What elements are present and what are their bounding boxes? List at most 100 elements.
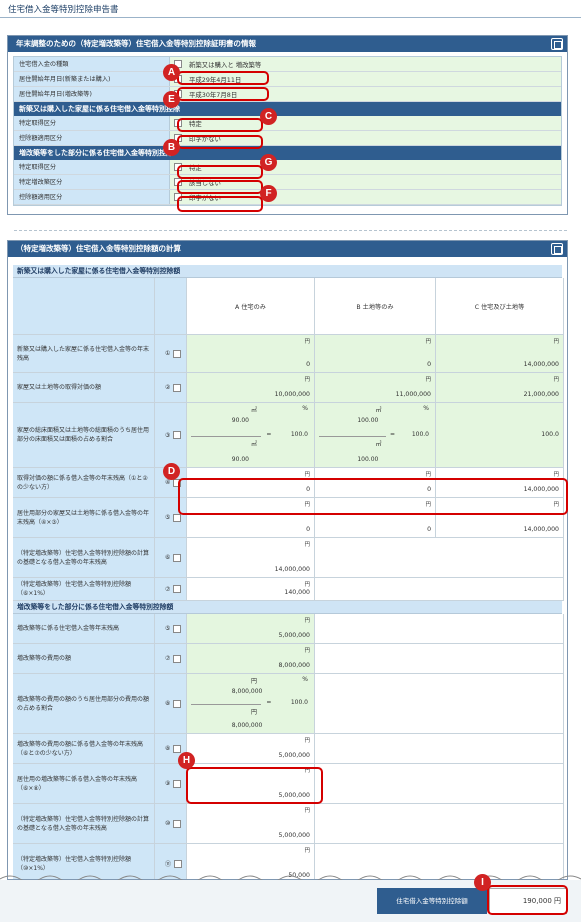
row-label-text: 新築又は購入した家屋に係る住宅借入金等の年末残高 — [17, 345, 150, 362]
highlight-c — [177, 118, 263, 132]
collapse-icon[interactable] — [551, 38, 563, 50]
unit-pct: % — [302, 676, 308, 683]
row-number-text: ③ — [165, 431, 171, 439]
row-label-text: （特定増改築等）住宅借入金等特別控除額（⑩×1%） — [17, 855, 132, 872]
cell-value: 0 — [306, 361, 310, 368]
highlight-d — [178, 478, 568, 515]
checkbox[interactable] — [173, 349, 182, 358]
row-label: 増改築等の費用の額のうち居住用部分の費用の額の占める割合 — [13, 674, 155, 734]
value-cell: 円 140,000 — [187, 578, 315, 601]
checkbox[interactable] — [173, 779, 182, 788]
cell-value: 100.0 — [541, 430, 559, 438]
cell-value: 5,000,000 — [278, 832, 311, 839]
info-row: 居住開始年月日(増改築等) 平成30年7月8日 — [14, 87, 561, 102]
cell-value: 14,000,000 — [274, 566, 310, 573]
value-cell: 円 10,000,000 — [187, 373, 315, 403]
row-number-text: ⑩ — [165, 820, 171, 827]
row-number-text: ① — [165, 350, 171, 357]
ratio-cell: ㎡% 100.00 ㎡ 100.00 = 100.0 — [315, 403, 436, 468]
row-number: ⑦ — [155, 578, 187, 601]
ratio-denominator: 8,000,000 — [231, 722, 263, 729]
row-label: 取得対価の額に係る借入金等の年末残高（①と②の少ない方） — [13, 468, 155, 498]
checkbox[interactable] — [173, 699, 182, 708]
row-label: 特定取得区分 — [14, 160, 170, 174]
row-label: 特定増改築区分 — [14, 175, 170, 189]
panel-header: （特定増改築等）住宅借入金等特別控除額の計算 — [8, 241, 567, 257]
ratio-cell: 円% 8,000,000 円 8,000,000 = 100.0 — [187, 674, 315, 734]
unit-mid: ㎡ — [375, 440, 382, 448]
checkbox[interactable] — [173, 819, 182, 828]
unit-label: 円 — [304, 738, 310, 744]
cell-value: 0 — [427, 526, 431, 533]
badge-g: G — [260, 154, 277, 171]
row-number: ⑨ — [155, 764, 187, 804]
row-value: 新築又は購入と 増改築等 — [189, 60, 262, 69]
row-label: 控除額適用区分 — [14, 131, 170, 145]
column-header-c: C 住宅及び土地等 — [436, 278, 564, 335]
equals-sign: = — [266, 430, 272, 438]
row-label: 増改築等に係る住宅借入金等年末残高 — [13, 614, 155, 644]
checkbox[interactable] — [173, 383, 182, 392]
unit-label: 円 — [553, 377, 559, 383]
empty-cell — [315, 644, 564, 674]
unit-label: 円 — [304, 542, 310, 548]
section-header: 新築又は購入した家屋に係る住宅借入金等特別控除額 — [13, 265, 562, 278]
row-number-text: ⑧ — [165, 745, 171, 752]
row-label: （特定増改築等）住宅借入金等特別控除額の計算の基礎となる借入金等の年末残高 — [13, 804, 155, 844]
row-label-text: 増改築等に係る住宅借入金等年末残高 — [17, 625, 120, 632]
highlight-e — [177, 87, 269, 101]
row-label: 新築又は購入した家屋に係る住宅借入金等の年末残高 — [13, 335, 155, 373]
checkbox[interactable] — [173, 744, 182, 753]
row-label: 家屋の総床面積又は土地等の総面積のうち居住用部分の床面積又は面積の占める割合 — [13, 403, 155, 468]
row-label: 増改築等の費用の額に係る借入金等の年末残高（⑥と⑦の少ない方） — [13, 734, 155, 764]
row-number: ⑧ — [155, 674, 187, 734]
info-row: 控除額適用区分 印字がない — [14, 131, 561, 146]
row-number-text: ⑤ — [165, 514, 171, 521]
checkbox[interactable] — [173, 624, 182, 633]
unit-label: 円 — [304, 618, 310, 624]
value-cell: 円0 — [187, 335, 315, 373]
unit-pct: % — [423, 405, 429, 412]
info-row: 特定取得区分 特定 — [14, 160, 561, 175]
badge-f: F — [260, 185, 277, 202]
row-number-text: ⑦ — [165, 585, 171, 593]
row-number: ③ — [155, 403, 187, 468]
row-number-text: ⑤ — [165, 625, 171, 632]
row-label-text: 増改築等の費用の額 — [17, 655, 72, 662]
checkbox[interactable] — [173, 431, 182, 439]
cell-value: 14,000,000 — [523, 526, 559, 533]
value-cell: 円 8,000,000 — [187, 644, 315, 674]
ratio-percent: 100.0 — [290, 430, 308, 438]
row-number-text: ⑪ — [165, 861, 172, 868]
row-label: （特定増改築等）住宅借入金等特別控除額（⑥×1%） — [13, 578, 155, 601]
value-cell: 円0 — [315, 335, 436, 373]
row-number: ⑤ — [155, 614, 187, 644]
badge-a: A — [163, 64, 180, 81]
value-cell: 100.0 — [436, 403, 564, 468]
cell-value: 5,000,000 — [278, 632, 311, 639]
value-cell: 円 5,000,000 — [187, 804, 315, 844]
row-label-text: （特定増改築等）住宅借入金等特別控除額（⑥×1%） — [17, 581, 132, 597]
row-label: 控除額適用区分 — [14, 190, 170, 204]
row-number-text: ⑦ — [165, 655, 171, 662]
collapse-icon[interactable] — [551, 243, 563, 255]
ratio-cell: ㎡% 90.00 ㎡ 90.00 = 100.0 — [187, 403, 315, 468]
checkbox[interactable] — [173, 654, 182, 663]
row-label-text: 増改築等の費用の額に係る借入金等の年末残高（⑥と⑦の少ない方） — [17, 740, 144, 757]
checkbox[interactable] — [173, 513, 182, 522]
cell-value: 11,000,000 — [395, 391, 431, 398]
unit-label: 円 — [425, 377, 431, 383]
total-deduction-button[interactable]: 住宅借入金等特別控除額 — [377, 888, 487, 914]
empty-cell — [315, 764, 564, 804]
checkbox[interactable] — [174, 859, 183, 868]
row-label-text: 取得対価の額に係る借入金等の年末残高（①と②の少ない方） — [17, 474, 148, 491]
panel-header: 年末調整のための（特定増改築等）住宅借入金等特別控除証明書の情報 — [8, 36, 567, 52]
row-number: ① — [155, 335, 187, 373]
column-header-b: B 土地等のみ — [315, 278, 436, 335]
row-label-text: （特定増改築等）住宅借入金等特別控除額の計算の基礎となる借入金等の年末残高 — [17, 549, 150, 566]
empty-cell — [315, 578, 564, 601]
checkbox[interactable] — [173, 553, 182, 562]
checkbox[interactable] — [173, 585, 182, 593]
row-label: （特定増改築等）住宅借入金等特別控除額の計算の基礎となる借入金等の年末残高 — [13, 538, 155, 578]
empty-cell — [315, 804, 564, 844]
